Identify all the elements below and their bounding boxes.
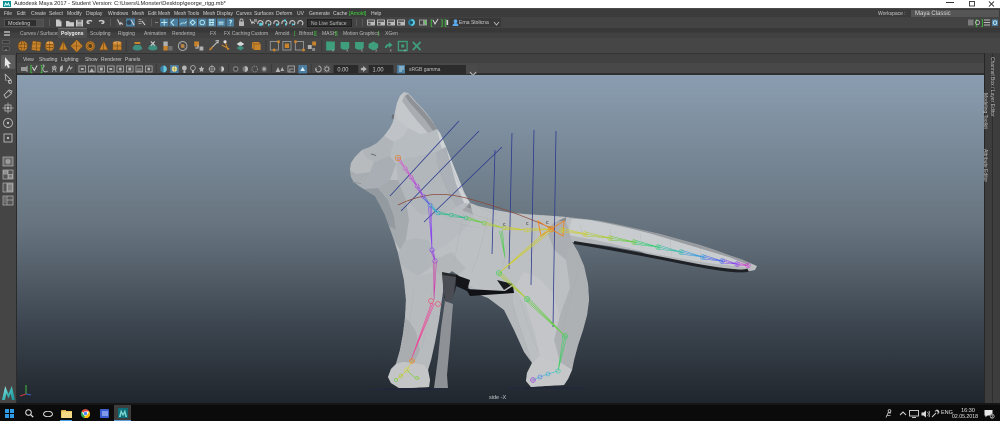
svg-text:x: x [346, 47, 348, 52]
svg-text:x: x [404, 47, 406, 52]
svg-text:x: x [390, 47, 392, 52]
svg-text:x: x [332, 47, 334, 52]
svg-text:]: ] [39, 65, 44, 74]
svg-text:[: [ [429, 19, 434, 28]
svg-text:0.00: 0.00 [337, 67, 349, 73]
svg-text:[: [ [29, 65, 34, 74]
svg-text:x: x [361, 47, 363, 52]
svg-text:x: x [375, 47, 377, 52]
svg-text:side -X: side -X [489, 395, 506, 401]
svg-text:1.00: 1.00 [373, 67, 385, 73]
svg-text:[: [ [974, 19, 979, 28]
